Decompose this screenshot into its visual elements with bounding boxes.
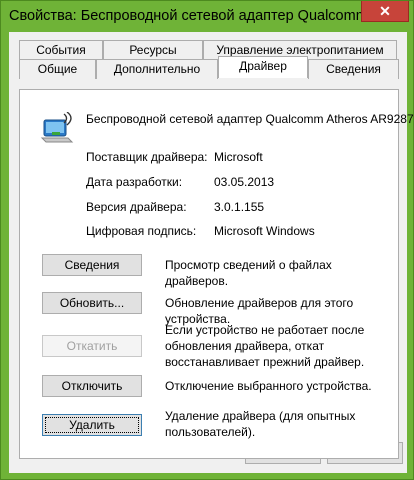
rollback-driver-desc: Если устройство не работает после обновл…: [165, 323, 365, 369]
disable-device-button[interactable]: Отключить: [42, 375, 142, 397]
close-button[interactable]: ✕: [361, 1, 409, 22]
dialog-client-area: События Ресурсы Управление электропитани…: [9, 32, 414, 473]
provider-value: Microsoft: [214, 150, 263, 164]
window-title: Свойства: Беспроводной сетевой адаптер Q…: [9, 8, 365, 24]
rollback-driver-button[interactable]: Откатить: [42, 335, 142, 357]
date-label: Дата разработки:: [86, 175, 183, 189]
uninstall-driver-desc: Удаление драйвера (для опытных пользоват…: [165, 409, 356, 439]
signature-label: Цифровая подпись:: [86, 224, 197, 238]
tab-advanced[interactable]: Дополнительно: [96, 59, 218, 79]
tab-resources[interactable]: Ресурсы: [103, 40, 203, 60]
tab-general[interactable]: Общие: [19, 59, 96, 79]
device-name: Беспроводной сетевой адаптер Qualcomm At…: [86, 112, 414, 126]
tab-driver[interactable]: Драйвер: [218, 56, 308, 78]
signature-value: Microsoft Windows: [214, 224, 315, 238]
date-value: 03.05.2013: [214, 175, 275, 189]
version-value: 3.0.1.155: [214, 200, 265, 214]
version-label: Версия драйвера:: [86, 200, 187, 214]
driver-tab-panel: Беспроводной сетевой адаптер Qualcomm At…: [19, 89, 414, 459]
disable-device-desc: Отключение выбранного устройства.: [165, 379, 372, 393]
provider-label: Поставщик драйвера:: [86, 150, 208, 164]
title-bar[interactable]: Свойства: Беспроводной сетевой адаптер Q…: [1, 1, 414, 31]
driver-details-desc: Просмотр сведений о файлах драйверов.: [165, 258, 332, 288]
tab-events[interactable]: События: [19, 40, 103, 60]
uninstall-driver-button[interactable]: Удалить: [42, 414, 142, 436]
tab-details[interactable]: Сведения: [308, 59, 399, 79]
driver-details-button[interactable]: Сведения: [42, 254, 142, 276]
properties-window: Свойства: Беспроводной сетевой адаптер Q…: [0, 0, 414, 480]
update-driver-button[interactable]: Обновить...: [42, 292, 142, 314]
network-adapter-icon: [40, 112, 74, 143]
